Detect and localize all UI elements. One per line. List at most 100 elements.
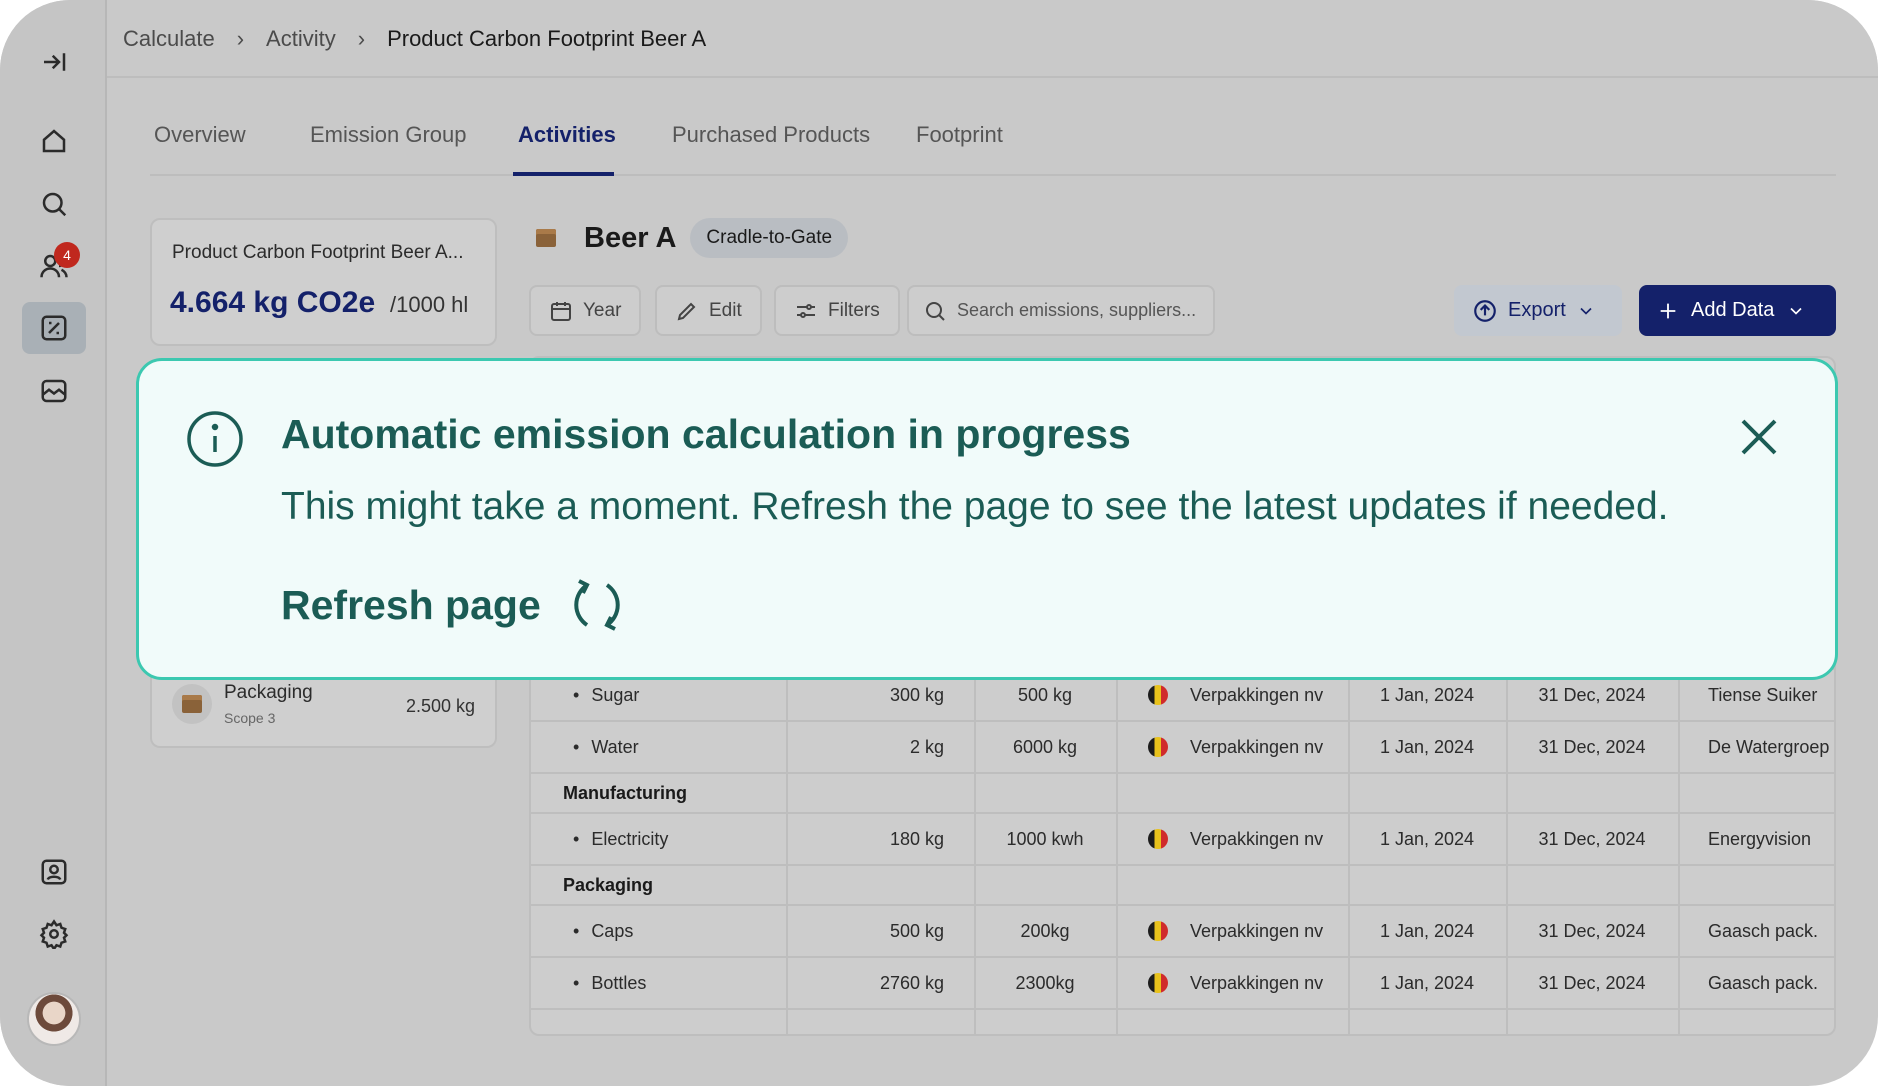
chevron-right-icon: › <box>236 26 245 51</box>
refresh-label: Refresh page <box>281 581 541 628</box>
tab-purchased-products[interactable]: Purchased Products <box>672 122 870 148</box>
tab-overview[interactable]: Overview <box>154 122 246 148</box>
supplier-name: Verpakkingen nv <box>1190 736 1324 757</box>
group-amount: 2.500 kg <box>405 696 475 716</box>
tab-bar: Overview Emission Group Activities Purch… <box>150 110 1836 176</box>
belgium-flag-icon <box>1148 685 1168 705</box>
notification-badge: 4 <box>54 242 80 268</box>
quantity-value: 2760 kg <box>879 972 944 993</box>
summary-name: Product Carbon Footprint Beer A... <box>172 242 464 263</box>
search-icon[interactable] <box>22 178 86 230</box>
summary-value: 4.664 kg CO2e <box>170 286 376 319</box>
end-date: 31 Dec, 2024 <box>1538 828 1646 849</box>
chevron-down-icon <box>1580 307 1592 315</box>
source-name: De Watergroep <box>1708 736 1830 757</box>
table-row[interactable]: Bottles 2760 kg 2300kg Verpakkingen nv 1 Jan… <box>531 958 1834 1010</box>
activity-name: Caps <box>573 906 633 956</box>
boundary-badge: Cradle-to-Gate <box>690 218 849 258</box>
upload-circle-icon <box>1474 299 1496 322</box>
group-scope: Scope 3 <box>224 710 276 726</box>
end-date: 31 Dec, 2024 <box>1538 736 1646 757</box>
home-icon[interactable] <box>22 115 86 167</box>
category-row[interactable]: Packaging <box>531 866 1834 906</box>
calculation-progress-alert: Automatic emission calculation in progre… <box>136 358 1838 680</box>
refresh-icon <box>574 579 620 631</box>
product-header: Beer A Cradle-to-Gate <box>536 218 849 258</box>
active-tab-indicator <box>513 172 614 176</box>
search-icon <box>926 301 945 321</box>
quantity-value: 2 kg <box>909 736 944 757</box>
group-title: Packaging <box>224 682 313 703</box>
filters-button[interactable]: Filters <box>774 285 900 336</box>
gear-icon[interactable] <box>22 908 86 960</box>
tab-emission-group[interactable]: Emission Group <box>310 122 467 148</box>
edit-button[interactable]: Edit <box>655 285 762 336</box>
tab-footprint[interactable]: Footprint <box>916 122 1003 148</box>
category-label: Packaging <box>563 874 654 895</box>
alert-title: Automatic emission calculation in progre… <box>281 411 1131 457</box>
summary-unit: /1000 hl <box>390 292 469 317</box>
supplier-cell: Verpakkingen nv <box>1148 814 1323 864</box>
breadcrumb: Calculate › Activity › Product Carbon Fo… <box>123 26 706 52</box>
year-button[interactable]: Year <box>529 285 642 336</box>
supplier-cell: Verpakkingen nv <box>1148 906 1323 956</box>
tab-activities[interactable]: Activities <box>518 122 616 148</box>
amount-value: 1000 kwh <box>1006 828 1084 849</box>
breadcrumb-activity[interactable]: Activity <box>266 26 336 52</box>
activity-name: Electricity <box>573 814 668 864</box>
plus-icon <box>1660 303 1676 318</box>
sliders-icon <box>797 303 815 318</box>
refresh-page-button[interactable]: Refresh page <box>281 575 625 635</box>
source-name: Gaasch pack. <box>1708 920 1819 941</box>
avatar[interactable] <box>27 992 81 1046</box>
add-data-button[interactable]: Add Data <box>1639 285 1836 336</box>
users-icon[interactable]: 4 <box>22 240 86 292</box>
start-date: 1 Jan, 2024 <box>1379 736 1475 757</box>
category-label: Manufacturing <box>563 782 687 803</box>
search-box[interactable] <box>907 285 1215 336</box>
table-row[interactable]: Caps 500 kg 200kg Verpakkingen nv 1 Jan, 202… <box>531 906 1834 958</box>
activity-name: Water <box>573 722 638 772</box>
belgium-flag-icon <box>1148 829 1168 849</box>
table-row[interactable]: Water 2 kg 6000 kg Verpakkingen nv 1 Jan, 20… <box>531 722 1834 774</box>
amount-value: 6000 kg <box>1012 736 1078 757</box>
pencil-icon <box>677 302 696 320</box>
source-name: Gaasch pack. <box>1708 972 1819 993</box>
export-label: Export <box>1508 299 1566 321</box>
search-input[interactable] <box>957 300 1197 321</box>
chevron-right-icon: › <box>357 26 366 51</box>
package-icon <box>536 229 556 247</box>
info-icon <box>185 409 245 469</box>
start-date: 1 Jan, 2024 <box>1379 972 1475 993</box>
product-title: Beer A <box>584 221 677 254</box>
belgium-flag-icon <box>1148 737 1168 757</box>
alert-body: This might take a moment. Refresh the pa… <box>281 485 1669 528</box>
footprint-summary-card[interactable]: Product Carbon Footprint Beer A... 4.664… <box>150 218 497 346</box>
category-row[interactable]: Manufacturing <box>531 774 1834 814</box>
supplier-name: Verpakkingen nv <box>1190 920 1324 941</box>
breadcrumb-current: Product Carbon Footprint Beer A <box>387 26 707 51</box>
calculate-icon[interactable] <box>22 302 86 354</box>
filters-label: Filters <box>828 299 880 321</box>
collapse-sidebar-icon[interactable] <box>22 36 86 88</box>
end-date: 31 Dec, 2024 <box>1538 920 1646 941</box>
supplier-name: Verpakkingen nv <box>1190 828 1324 849</box>
source-name: Energyvision <box>1708 828 1812 849</box>
export-button[interactable]: Export <box>1454 285 1622 336</box>
edit-label: Edit <box>709 299 742 321</box>
contact-card-icon[interactable] <box>22 846 86 898</box>
image-icon[interactable] <box>22 365 86 417</box>
breadcrumb-calculate[interactable]: Calculate <box>123 26 215 52</box>
end-date: 31 Dec, 2024 <box>1538 972 1646 993</box>
amount-value: 2300kg <box>1015 972 1075 993</box>
amount-value: 200kg <box>1020 920 1070 941</box>
supplier-cell: Verpakkingen nv <box>1148 722 1323 772</box>
start-date: 1 Jan, 2024 <box>1379 920 1475 941</box>
table-row[interactable]: Electricity 180 kg 1000 kwh Verpakkingen nv… <box>531 814 1834 866</box>
quantity-value: 500 kg <box>889 920 944 941</box>
belgium-flag-icon <box>1148 921 1168 941</box>
close-icon[interactable] <box>1737 415 1781 459</box>
add-data-label: Add Data <box>1691 299 1775 321</box>
sidebar: 4 <box>0 0 107 1086</box>
activity-name: Bottles <box>573 958 646 1008</box>
